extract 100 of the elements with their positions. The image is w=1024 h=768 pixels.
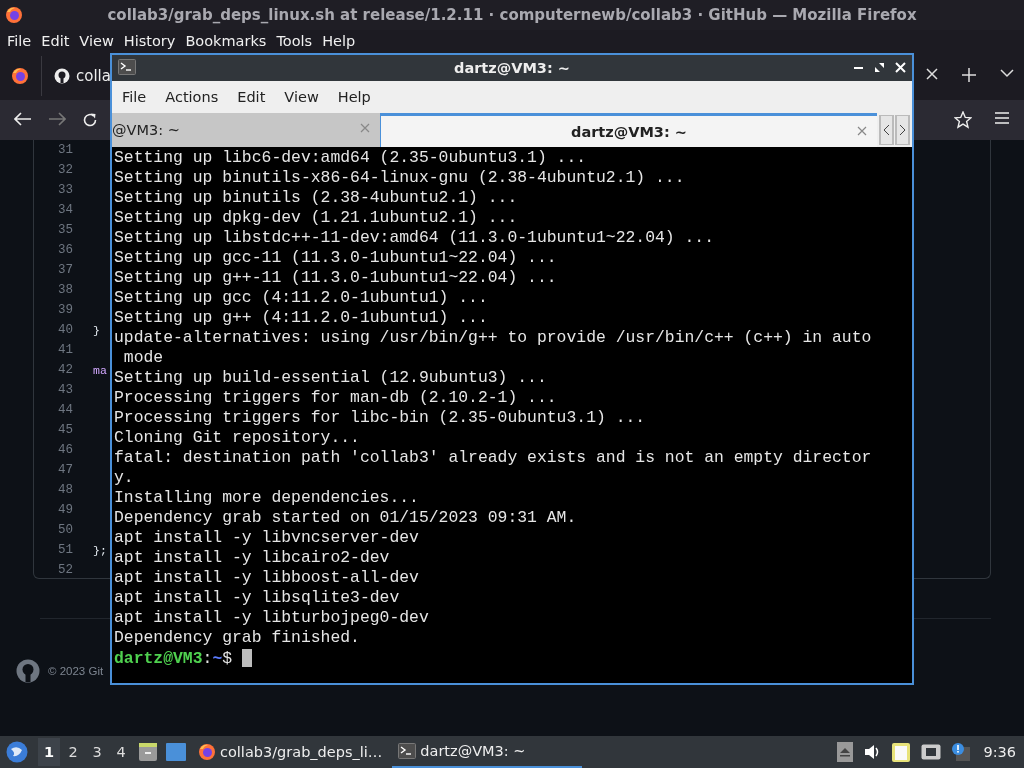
line-number: 46	[57, 443, 73, 457]
terminal-line: Setting up g++ (4:11.2.0-1ubuntu1) ...	[114, 308, 489, 328]
code-text: }	[93, 323, 100, 337]
line-number: 42	[57, 363, 73, 377]
code-text: ma	[93, 363, 107, 377]
terminal-line: Setting up binutils-x86-64-linux-gnu (2.38-4ubuntu2.1) ...	[114, 168, 686, 188]
line-number: 35	[57, 223, 73, 237]
firefox-icon	[198, 743, 216, 761]
line-number: 38	[57, 283, 73, 297]
terminal-line: Dependency grab finished.	[114, 628, 361, 648]
eject-icon[interactable]	[837, 742, 854, 762]
menu-item[interactable]: File	[2, 33, 37, 49]
back-arrow-icon[interactable]	[14, 112, 32, 126]
line-number: 36	[57, 243, 73, 257]
terminal-line: Installing more dependencies...	[114, 488, 420, 508]
github-icon	[54, 68, 70, 84]
workspace-button[interactable]: 4	[110, 738, 132, 766]
line-number: 33	[57, 183, 73, 197]
terminal-line: apt install -y libboost-all-dev	[114, 568, 420, 588]
line-number: 39	[57, 303, 73, 317]
line-number: 52	[57, 563, 73, 577]
menu-item[interactable]: Actions	[159, 89, 232, 105]
terminal-line: Setting up build-essential (12.9ubuntu3) ...	[114, 368, 548, 388]
menu-item[interactable]: File	[116, 89, 160, 105]
firefox-icon	[11, 67, 29, 85]
terminal-line: y.	[114, 468, 135, 488]
text-cursor	[242, 649, 253, 667]
menu-item[interactable]: Help	[331, 89, 384, 105]
terminal-line: Setting up dpkg-dev (1.21.1ubuntu2.1) ...	[114, 208, 519, 228]
footer-text: © 2023 Git	[48, 665, 104, 677]
forward-arrow-icon[interactable]	[48, 112, 66, 126]
terminal-line: mode	[122, 348, 165, 368]
code-text: };	[93, 543, 107, 557]
browser-tab[interactable]: colla	[76, 67, 111, 85]
terminal-line: Setting up gcc (4:11.2.0-1ubuntu1) ...	[114, 288, 489, 308]
menu-item[interactable]: Edit	[36, 33, 75, 49]
chevron-right-icon	[899, 124, 906, 136]
terminal-line: Setting up libstdc++-11-dev:amd64 (11.3.0-1ubuntu1~22.04) ...	[114, 228, 715, 248]
terminal-line: update-alternatives: using /usr/bin/g++ to provide /usr/bin/c++ (c++) in auto	[114, 328, 873, 348]
line-number: 40	[57, 323, 73, 337]
workspace-button[interactable]: 3	[86, 738, 108, 766]
maximize-icon[interactable]	[874, 62, 885, 73]
terminal-line: Dependency grab started on 01/15/2023 09:31 AM.	[114, 508, 578, 528]
terminal-icon	[118, 59, 136, 75]
menu-item[interactable]: View	[74, 33, 119, 49]
terminal-line: Processing triggers for man-db (2.10.2-1) ...	[114, 388, 558, 408]
github-icon	[16, 659, 40, 683]
scroll-right-button[interactable]	[895, 115, 910, 145]
line-number: 41	[57, 343, 73, 357]
terminal-line: Setting up gcc-11 (11.3.0-1ubuntu1~22.04) ...	[114, 248, 558, 268]
terminal-line: Setting up binutils (2.38-4ubuntu2.1) ...	[114, 188, 519, 208]
terminal-line: apt install -y libturbojpeg0-dev	[114, 608, 430, 628]
clock[interactable]: 9:36	[983, 744, 1016, 760]
terminal-line: Processing triggers for libc-bin (2.35-0ubuntu3.1) ...	[114, 408, 647, 428]
menu-item[interactable]: Bookmarks	[180, 33, 272, 49]
start-menu-icon[interactable]	[6, 741, 28, 763]
firefox-icon	[5, 6, 23, 24]
menu-item[interactable]: Help	[317, 33, 361, 49]
terminal-line: Cloning Git repository...	[114, 428, 361, 448]
chevron-down-icon[interactable]	[1000, 68, 1014, 78]
terminal-line: Setting up g++-11 (11.3.0-1ubuntu1~22.04) ...	[114, 268, 558, 288]
line-number: 45	[57, 423, 73, 437]
line-number: 50	[57, 523, 73, 537]
terminal-line: apt install -y libcairo2-dev	[114, 548, 391, 568]
line-number: 47	[57, 463, 73, 477]
file-cabinet-icon[interactable]	[138, 742, 158, 762]
window-title: dartz@VM3: ~	[454, 60, 570, 76]
workspace-button[interactable]: 2	[62, 738, 84, 766]
terminal-icon	[398, 743, 417, 759]
scroll-left-button[interactable]	[879, 115, 894, 145]
terminal-line: Setting up libc6-dev:amd64 (2.35-0ubuntu3.1) ...	[114, 148, 588, 168]
shell-prompt: dartz@VM3:~$	[114, 648, 233, 668]
star-icon[interactable]	[954, 111, 972, 129]
window-title: collab3/grab_deps_linux.sh at release/1.2.11 · computernewb/collab3 · GitHub — Mozilla Firefox	[107, 6, 917, 24]
workspace-button[interactable]: 1	[38, 738, 60, 766]
menu-item[interactable]: Tools	[271, 33, 318, 49]
plus-icon[interactable]	[962, 68, 976, 82]
menu-item[interactable]: History	[118, 33, 181, 49]
terminal-tab[interactable]: dartz@VM3: ~	[380, 113, 877, 147]
network-icon[interactable]	[921, 744, 942, 760]
menu-icon[interactable]	[994, 111, 1010, 125]
taskbar-task[interactable]: collab3/grab_deps_li…	[192, 736, 389, 768]
line-number: 37	[57, 263, 73, 277]
line-number: 34	[57, 203, 73, 217]
terminal-tab[interactable]: @VM3: ~	[112, 113, 380, 147]
line-number: 32	[57, 163, 73, 177]
line-number: 51	[57, 543, 73, 557]
terminal-line: apt install -y libvncserver-dev	[114, 528, 420, 548]
reload-icon[interactable]	[82, 112, 98, 128]
terminal-line: fatal: destination path 'collab3' already exists and is not an empty director	[114, 448, 873, 468]
taskbar-task[interactable]: dartz@VM3: ~	[392, 736, 583, 768]
line-number: 49	[57, 503, 73, 517]
chevron-left-icon	[883, 124, 890, 136]
menu-item[interactable]: View	[278, 89, 332, 105]
line-number: 44	[57, 403, 73, 417]
line-number: 43	[57, 383, 73, 397]
clipboard-icon[interactable]	[891, 741, 912, 763]
menu-item[interactable]: Edit	[231, 89, 279, 105]
notification-icon[interactable]	[951, 742, 972, 762]
terminal-line: apt install -y libsqlite3-dev	[114, 588, 401, 608]
